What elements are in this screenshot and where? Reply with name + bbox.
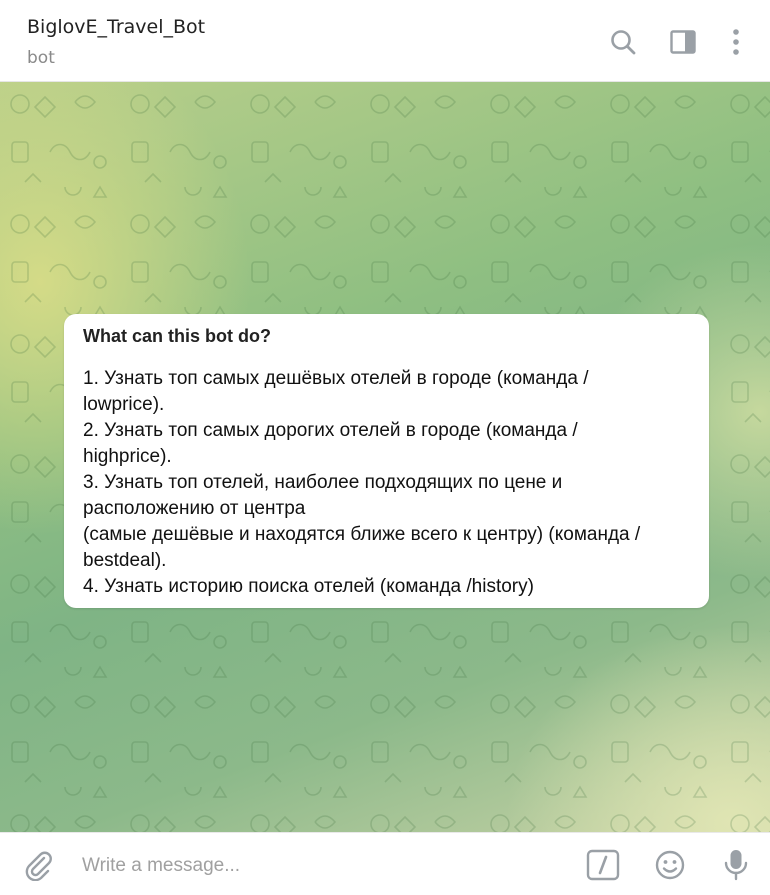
sidebar-icon: [670, 30, 696, 54]
attach-button[interactable]: [20, 847, 56, 883]
toggle-sidebar-button[interactable]: [665, 24, 701, 60]
description-line: bestdeal).: [83, 550, 167, 571]
bot-description-bubble: What can this bot do? 1. Узнать топ самы…: [64, 314, 709, 608]
bot-description-title: What can this bot do?: [83, 326, 271, 346]
description-line: 3. Узнать топ отелей, наиболее подходящи…: [83, 472, 563, 493]
search-icon: [611, 30, 636, 55]
chat-title[interactable]: BiglovE_Travel_Bot: [27, 16, 205, 38]
message-input[interactable]: [80, 851, 564, 881]
description-line: highprice).: [83, 446, 172, 467]
chat-header: BiglovE_Travel_Bot bot: [0, 0, 770, 82]
microphone-icon: [724, 850, 748, 881]
emoji-icon: [655, 850, 685, 880]
description-line: 1. Узнать топ самых дешёвых отелей в гор…: [83, 368, 589, 389]
description-line: расположению от центра: [83, 498, 306, 519]
bot-commands-button[interactable]: [585, 847, 621, 883]
description-line: 4. Узнать историю поиска отелей (команда…: [83, 576, 534, 597]
bot-description-text: 1. Узнать топ самых дешёвых отелей в гор…: [83, 366, 690, 600]
description-line: 2. Узнать топ самых дорогих отелей в гор…: [83, 420, 578, 441]
chat-subtitle: bot: [27, 48, 55, 68]
more-button[interactable]: [718, 24, 754, 60]
message-composer: [0, 832, 770, 895]
chat-area[interactable]: What can this bot do? 1. Узнать топ самы…: [0, 82, 770, 832]
description-line: lowprice).: [83, 394, 165, 415]
search-button[interactable]: [605, 24, 641, 60]
voice-message-button[interactable]: [718, 847, 754, 883]
emoji-button[interactable]: [652, 847, 688, 883]
description-line: (самые дешёвые и находятся ближе всего к…: [83, 524, 641, 545]
commands-icon: [586, 849, 620, 881]
attach-icon: [25, 851, 52, 881]
more-icon: [733, 29, 739, 55]
